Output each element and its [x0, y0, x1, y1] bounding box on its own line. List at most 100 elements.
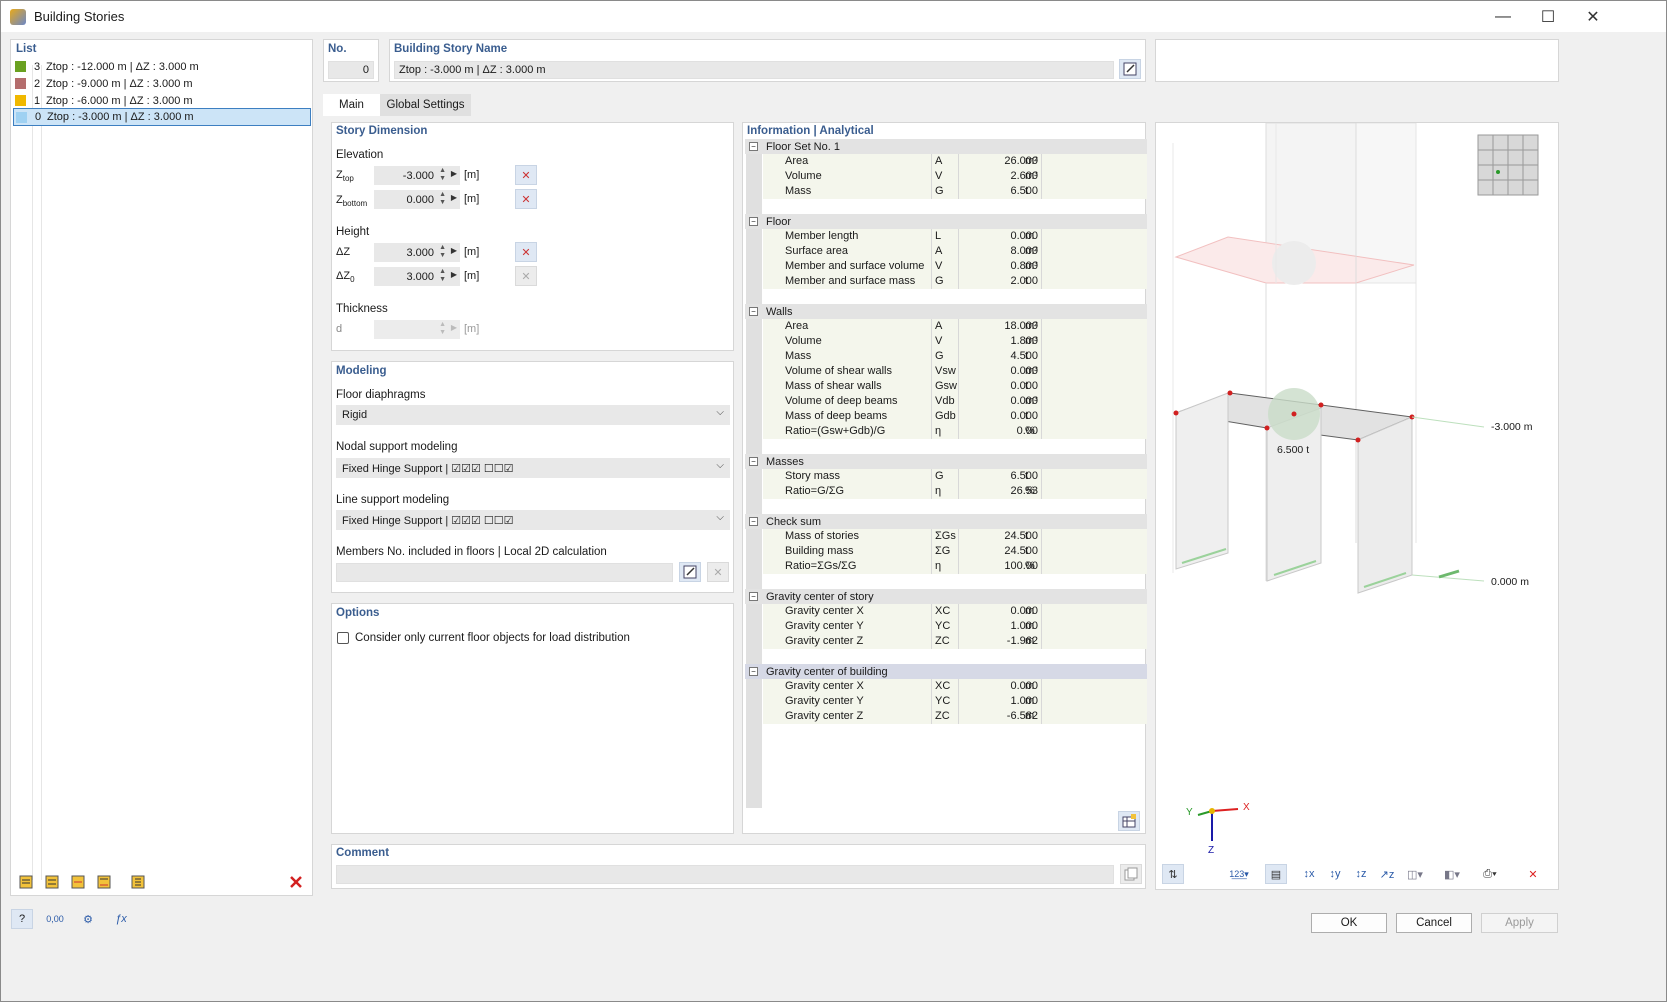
- story-color-swatch: [15, 78, 26, 89]
- dz-input[interactable]: 3.000 ▲ ▼ ▶: [374, 243, 460, 262]
- tab-global-settings[interactable]: Global Settings: [380, 94, 471, 116]
- info-row-symbol: V: [935, 335, 943, 347]
- dz0-input[interactable]: 3.000 ▲ ▼ ▶: [374, 267, 460, 286]
- generate-stories-icon[interactable]: [93, 872, 115, 892]
- info-row-symbol: G: [935, 185, 944, 197]
- help-icon[interactable]: ?: [11, 909, 33, 929]
- list-header: List: [16, 43, 37, 55]
- list-item[interactable]: 1 Ztop : -6.000 m | ΔZ : 3.000 m: [13, 92, 311, 109]
- render-mode-icon[interactable]: ◫▾: [1404, 864, 1426, 884]
- info-section-header[interactable]: − Floor: [745, 214, 1147, 229]
- list-item-selected[interactable]: 0 Ztop : -3.000 m | ΔZ : 3.000 m: [13, 108, 311, 126]
- delete-icon[interactable]: [285, 872, 307, 892]
- members-input[interactable]: [336, 563, 673, 582]
- info-section-header[interactable]: − Gravity center of building: [745, 664, 1147, 679]
- pick-ztop-icon[interactable]: ✕: [515, 165, 537, 185]
- options-title: Options: [336, 607, 380, 619]
- formula-icon[interactable]: ƒx: [110, 909, 132, 929]
- list-item-label: Ztop : -12.000 m | ΔZ : 3.000 m: [46, 60, 199, 73]
- info-row: Building mass ΣG 24.500 t: [745, 544, 1147, 559]
- consider-checkbox[interactable]: [337, 632, 349, 644]
- info-row-unit: t: [1025, 350, 1029, 362]
- collapse-icon[interactable]: −: [749, 517, 758, 526]
- chevron-down-icon: ⌵: [716, 460, 724, 471]
- edit-name-icon[interactable]: [1119, 59, 1141, 79]
- info-row-name: Gravity center Y: [785, 695, 864, 707]
- units-icon[interactable]: 0,00: [44, 909, 66, 929]
- reset-view-icon[interactable]: ✕: [1522, 864, 1544, 884]
- info-row-name: Mass of stories: [785, 530, 859, 542]
- settings-icon[interactable]: ⚙: [77, 909, 99, 929]
- info-row: Member length L 0.000 m: [745, 229, 1147, 244]
- members-label: Members No. included in floors | Local 2…: [336, 546, 607, 558]
- new-story-icon[interactable]: [15, 872, 37, 892]
- table-export-icon[interactable]: [1118, 811, 1140, 831]
- edit-members-icon[interactable]: [679, 562, 701, 582]
- print-icon[interactable]: ⎙▾: [1479, 864, 1501, 884]
- info-section-header[interactable]: − Floor Set No. 1: [745, 139, 1147, 154]
- info-section-header[interactable]: − Masses: [745, 454, 1147, 469]
- transparency-icon[interactable]: ◧▾: [1441, 864, 1463, 884]
- insert-story-icon[interactable]: [67, 872, 89, 892]
- copy-story-icon[interactable]: [41, 872, 63, 892]
- pick-zbottom-icon[interactable]: ✕: [515, 189, 537, 209]
- comment-input[interactable]: [336, 865, 1114, 884]
- view-cube-icon[interactable]: [1478, 135, 1538, 195]
- close-button[interactable]: ✕: [1570, 1, 1616, 32]
- info-row-symbol: ΣGs: [935, 530, 956, 542]
- info-row-unit: t: [1025, 185, 1029, 197]
- info-row-name: Volume of deep beams: [785, 395, 898, 407]
- view-iso-icon[interactable]: ↗z: [1376, 864, 1398, 884]
- collapse-icon[interactable]: −: [749, 217, 758, 226]
- floor-diaphragms-select[interactable]: Rigid ⌵: [336, 405, 730, 425]
- copy-comment-icon[interactable]: [1120, 864, 1142, 884]
- model-viewport[interactable]: 6.500 t -3.000 m 0.000 m X Y Z ⇅ 1̲2̲3̲▾…: [1155, 122, 1559, 890]
- line-support-select[interactable]: Fixed Hinge Support | ☑☑☑ ☐☐☑ ⌵: [336, 510, 730, 530]
- collapse-icon[interactable]: −: [749, 142, 758, 151]
- info-row-name: Area: [785, 155, 809, 167]
- sync-view-icon[interactable]: ⇅: [1162, 864, 1184, 884]
- info-row-symbol: G: [935, 350, 944, 362]
- view-neg-y-icon[interactable]: ↕y: [1324, 864, 1346, 884]
- minimize-button[interactable]: —: [1480, 1, 1526, 32]
- story-dimension-panel: Story Dimension Elevation Ztop -3.000 ▲ ▼…: [331, 122, 734, 351]
- list-item[interactable]: 3 Ztop : -12.000 m | ΔZ : 3.000 m: [13, 58, 311, 75]
- view-z-icon[interactable]: ↕z: [1350, 864, 1372, 884]
- building-stories-dialog: Building Stories — ☐ ✕ List 3 Ztop : -12…: [0, 0, 1667, 1002]
- info-row-name: Story mass: [785, 470, 841, 482]
- collapse-icon[interactable]: −: [749, 307, 758, 316]
- info-section-header[interactable]: − Gravity center of story: [745, 589, 1147, 604]
- number-field[interactable]: 0: [328, 61, 374, 79]
- tab-main[interactable]: Main: [323, 94, 380, 116]
- display-icon[interactable]: ▤: [1265, 864, 1287, 884]
- ztop-input[interactable]: -3.000 ▲ ▼ ▶: [374, 166, 460, 185]
- story-mass-label: 6.500 t: [1277, 444, 1310, 456]
- maximize-button[interactable]: ☐: [1525, 1, 1571, 32]
- zbottom-input[interactable]: 0.000 ▲ ▼ ▶: [374, 190, 460, 209]
- info-row-unit: %: [1025, 425, 1035, 437]
- info-section-header[interactable]: − Walls: [745, 304, 1147, 319]
- info-row-symbol: ΣG: [935, 545, 951, 557]
- collapse-icon[interactable]: −: [749, 592, 758, 601]
- ok-button[interactable]: OK: [1311, 913, 1387, 933]
- story-name-field[interactable]: Ztop : -3.000 m | ΔZ : 3.000 m: [394, 61, 1114, 79]
- apply-button[interactable]: Apply: [1481, 913, 1558, 933]
- story-name-panel: Building Story Name Ztop : -3.000 m | ΔZ…: [389, 39, 1146, 82]
- info-row-unit: m: [1025, 635, 1035, 647]
- info-row: Mass of deep beams Gdb 0.000 t: [745, 409, 1147, 424]
- view-x-icon[interactable]: ↕x: [1298, 864, 1320, 884]
- info-row-unit: m³: [1025, 170, 1038, 182]
- info-row: Mass G 4.500 t: [745, 349, 1147, 364]
- list-item[interactable]: 2 Ztop : -9.000 m | ΔZ : 3.000 m: [13, 75, 311, 92]
- nodal-support-select[interactable]: Fixed Hinge Support | ☑☑☑ ☐☐☑ ⌵: [336, 458, 730, 478]
- axis-x-label: X: [1243, 802, 1250, 813]
- list-item-label: Ztop : -6.000 m | ΔZ : 3.000 m: [46, 94, 193, 107]
- cancel-button[interactable]: Cancel: [1396, 913, 1472, 933]
- numbering-icon[interactable]: 1̲2̲3̲▾: [1228, 864, 1250, 884]
- collapse-icon[interactable]: −: [749, 457, 758, 466]
- sort-stories-icon[interactable]: [127, 872, 149, 892]
- info-section-header[interactable]: − Check sum: [745, 514, 1147, 529]
- pick-dz-icon[interactable]: ✕: [515, 242, 537, 262]
- info-row-symbol: G: [935, 275, 944, 287]
- collapse-icon[interactable]: −: [749, 667, 758, 676]
